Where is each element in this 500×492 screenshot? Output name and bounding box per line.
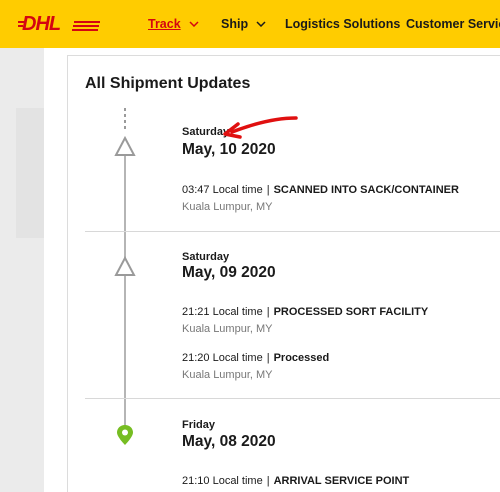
side-panel (0, 48, 44, 492)
group-divider (85, 231, 500, 232)
event-time: 21:10 Local time (182, 475, 263, 487)
nav-logistics-solutions-label: Logistics Solutions (285, 17, 401, 31)
nav-ship[interactable]: Ship (221, 0, 266, 48)
event-time: 21:20 Local time (182, 352, 263, 364)
chevron-down-icon (189, 21, 199, 27)
event-location: Kuala Lumpur, MY (182, 323, 273, 335)
separator: | (266, 475, 270, 487)
event-time: 21:21 Local time (182, 306, 263, 318)
event-line: 03:47 Local time | SCANNED INTO SACK/CONTA… (182, 184, 459, 196)
nav-logistics-solutions[interactable]: Logistics Solutions (285, 0, 400, 48)
event-line: 21:10 Local time | ARRIVAL SERVICE POINT (182, 475, 409, 487)
side-panel-inner (16, 108, 44, 238)
event-time: 03:47 Local time (182, 184, 263, 196)
timeline-dashed-segment (124, 108, 126, 130)
page-title: All Shipment Updates (85, 75, 251, 92)
event-status: Processed (273, 352, 330, 364)
event-status: PROCESSED SORT FACILITY (273, 306, 429, 318)
group-day: Saturday (182, 251, 230, 263)
event-status: ARRIVAL SERVICE POINT (273, 475, 410, 487)
group-date: May, 09 2020 (182, 264, 276, 281)
nav-track-label: Track (148, 17, 181, 31)
red-arrow-annotation (223, 116, 298, 139)
nav-ship-label: Ship (221, 17, 249, 31)
nav-customer-service-label: Customer Service (406, 17, 500, 31)
separator: | (266, 184, 270, 196)
timeline-line (124, 276, 126, 426)
event-location: Kuala Lumpur, MY (182, 369, 273, 381)
separator: | (266, 352, 270, 364)
group-date: May, 08 2020 (182, 433, 276, 450)
group-date: May, 10 2020 (182, 141, 276, 158)
event-status: SCANNED INTO SACK/CONTAINER (273, 184, 459, 196)
group-day: Friday (182, 419, 216, 431)
triangle-outline-icon (114, 256, 136, 276)
separator: | (266, 306, 270, 318)
group-divider (85, 398, 500, 399)
nav-customer-service[interactable]: Customer Service (406, 0, 500, 48)
event-line: 21:21 Local time | PROCESSED SORT FACILITY (182, 306, 428, 318)
triangle-outline-icon (114, 136, 136, 156)
nav-track[interactable]: Track (148, 0, 199, 48)
event-location: Kuala Lumpur, MY (182, 201, 273, 213)
svg-text:DHL: DHL (22, 13, 61, 33)
event-line: 21:20 Local time | Processed (182, 352, 329, 364)
chevron-down-icon (256, 21, 266, 27)
dhl-logo[interactable]: DHL (18, 13, 102, 33)
map-pin-icon (117, 425, 133, 445)
timeline-line (124, 156, 126, 258)
